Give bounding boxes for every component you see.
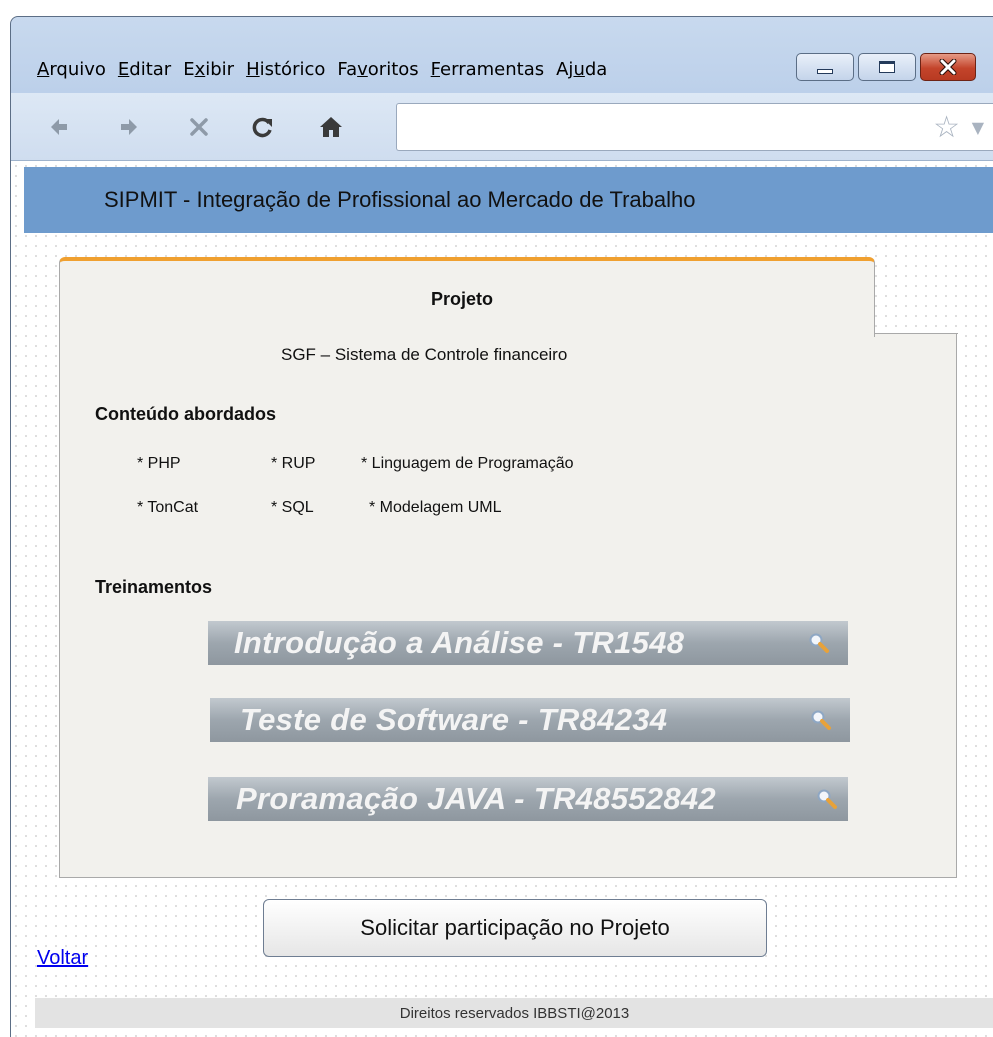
browser-window: Arquivo Editar Exibir Histórico Favoritos Fer… xyxy=(10,16,993,1037)
navigation-toolbar: ☆ ▼ xyxy=(11,93,993,161)
app-header: SIPMIT - Integração de Profissional ao M… xyxy=(24,167,993,233)
home-icon xyxy=(320,117,342,137)
topic-item: * Linguagem de Programação xyxy=(361,455,574,472)
topic-item: * PHP xyxy=(137,455,181,472)
star-icon[interactable]: ☆ xyxy=(933,110,960,145)
url-input[interactable] xyxy=(407,112,887,142)
menu-item-ajuda[interactable]: Ajuda xyxy=(556,59,607,80)
topic-item: * SQL xyxy=(271,499,314,516)
home-button[interactable] xyxy=(311,107,351,147)
reload-button[interactable] xyxy=(243,107,283,147)
footer-text: Direitos reservados IBBSTI@2013 xyxy=(399,1004,630,1022)
minimize-icon xyxy=(817,68,833,74)
stop-button[interactable] xyxy=(179,107,219,147)
card-fill xyxy=(60,331,874,337)
menu-bar: Arquivo Editar Exibir Histórico Favoritos Fer… xyxy=(11,17,993,93)
menu-item-ferramentas[interactable]: Ferramentas xyxy=(431,59,544,80)
minimize-button[interactable] xyxy=(796,53,854,81)
forward-button[interactable] xyxy=(109,107,149,147)
back-button[interactable] xyxy=(39,107,79,147)
app-title: SIPMIT - Integração de Profissional ao M… xyxy=(104,187,696,212)
trainings-title: Treinamentos xyxy=(95,577,213,597)
menu-item-editar[interactable]: Editar xyxy=(118,59,171,80)
menu-item-historico[interactable]: Histórico xyxy=(246,59,325,80)
training-label: Introdução a Análise - TR1548 xyxy=(234,625,685,660)
menu-item-exibir[interactable]: Exibir xyxy=(183,59,234,80)
window-controls xyxy=(796,53,976,81)
menu-item-favoritos[interactable]: Favoritos xyxy=(337,59,418,80)
search-icon xyxy=(817,789,837,809)
training-label: Proramação JAVA - TR48552842 xyxy=(236,781,716,816)
arrow-left-icon xyxy=(51,119,67,135)
topic-item: * TonCat xyxy=(137,499,199,516)
maximize-icon xyxy=(879,61,895,73)
address-bar[interactable]: ☆ ▼ xyxy=(396,103,993,151)
page-content: SIPMIT - Integração de Profissional ao M… xyxy=(11,161,993,1037)
close-window-button[interactable] xyxy=(920,53,976,81)
project-label: Projeto xyxy=(431,289,494,309)
menu-list: Arquivo Editar Exibir Histórico Favoritos Fer… xyxy=(37,59,619,80)
close-icon xyxy=(190,118,208,136)
topic-item: * RUP xyxy=(271,455,316,472)
topics-title: Conteúdo abordados xyxy=(95,404,276,424)
maximize-button[interactable] xyxy=(858,53,916,81)
footer: Direitos reservados IBBSTI@2013 xyxy=(35,998,993,1028)
request-participation-button[interactable]: Solicitar participação no Projeto xyxy=(263,899,767,957)
project-name: SGF – Sistema de Controle financeiro xyxy=(281,345,568,364)
training-button[interactable]: Teste de Software - TR84234 xyxy=(210,698,850,742)
chevron-down-icon[interactable]: ▼ xyxy=(972,118,984,137)
topic-item: * Modelagem UML xyxy=(369,499,502,516)
menu-item-arquivo[interactable]: Arquivo xyxy=(37,59,106,80)
search-icon xyxy=(811,710,831,730)
arrow-right-icon xyxy=(121,119,137,135)
close-window-icon xyxy=(939,59,957,75)
search-icon xyxy=(809,633,829,653)
reload-icon xyxy=(252,117,272,138)
back-link[interactable]: Voltar xyxy=(37,947,88,970)
training-button[interactable]: Proramação JAVA - TR48552842 xyxy=(208,777,848,821)
training-label: Teste de Software - TR84234 xyxy=(240,702,668,737)
training-button[interactable]: Introdução a Análise - TR1548 xyxy=(208,621,848,665)
